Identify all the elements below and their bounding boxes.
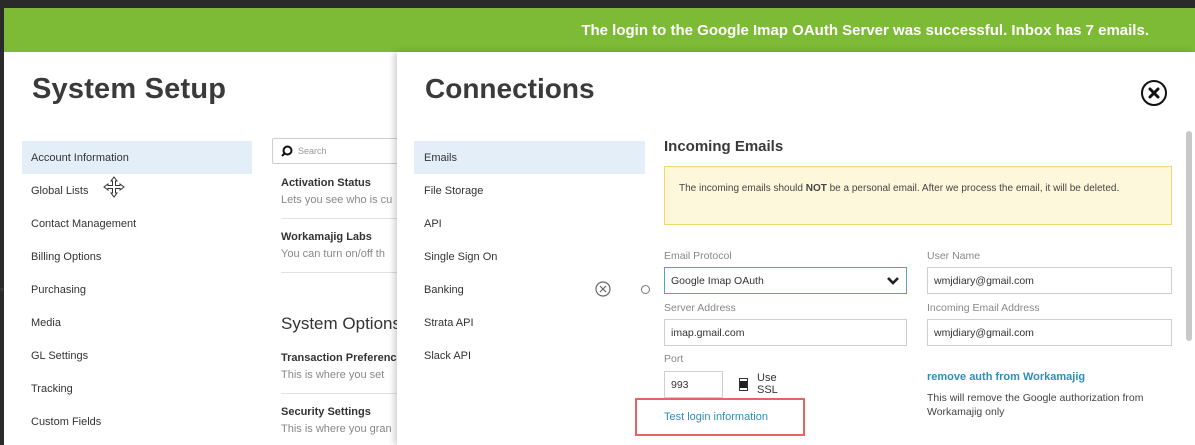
system-options-heading: System Options <box>281 314 401 333</box>
email-protocol-value: Google Imap OAuth <box>671 274 764 287</box>
user-name-field[interactable]: wmjdiary@gmail.com <box>927 267 1172 294</box>
nav-item-api[interactable]: API <box>414 207 645 240</box>
row-desc: This is where you gran <box>281 423 392 435</box>
row-title: Security Settings <box>281 406 371 418</box>
page-title: System Setup <box>32 73 227 105</box>
radio-circle-icon[interactable] <box>641 285 650 294</box>
row-desc: You can turn on/off th <box>281 248 385 260</box>
banner-message: The login to the Google Imap OAuth Serve… <box>581 21 1149 39</box>
notice-text-after: be a personal email. After we process th… <box>826 183 1120 194</box>
use-ssl-checkbox[interactable]: Use SSL <box>739 372 782 396</box>
divider <box>281 272 401 273</box>
row-title: Workamajig Labs <box>281 231 372 243</box>
notice-text-before: The incoming emails should <box>679 183 806 194</box>
incoming-email-address-label: Incoming Email Address <box>927 302 1040 314</box>
sidebar-item-gl-settings[interactable]: GL Settings <box>22 339 252 372</box>
server-address-label: Server Address <box>664 302 736 314</box>
row-desc: Lets you see who is cu <box>281 194 393 206</box>
divider <box>281 218 401 219</box>
move-cursor-icon <box>103 176 125 198</box>
connections-modal: Connections Emails File Storage API Sing… <box>397 52 1195 445</box>
sidebar-item-custom-fields[interactable]: Custom Fields <box>22 405 252 438</box>
server-address-field[interactable]: imap.gmail.com <box>664 319 907 346</box>
edge-marker-icon: ◦ <box>0 284 4 296</box>
window-left-edge <box>0 0 4 445</box>
checkbox-checked-icon <box>739 377 748 391</box>
connections-nav: Emails File Storage API Single Sign On B… <box>414 141 645 372</box>
row-title: Activation Status <box>281 177 371 189</box>
transaction-preferences-row[interactable]: Transaction Preferences This is where yo… <box>281 352 401 381</box>
incoming-email-address-value: wmjdiary@gmail.com <box>934 326 1034 339</box>
sidebar-item-account-information[interactable]: Account Information <box>22 141 252 174</box>
port-value: 993 <box>671 378 689 391</box>
email-protocol-select[interactable]: Google Imap OAuth <box>664 267 907 294</box>
sidebar-item-global-lists[interactable]: Global Lists <box>22 174 252 207</box>
row-title: Transaction Preferences <box>281 352 401 364</box>
nav-item-emails[interactable]: Emails <box>414 141 645 174</box>
port-label: Port <box>664 353 684 365</box>
notice-text-bold: NOT <box>805 183 827 194</box>
sidebar-item-billing-options[interactable]: Billing Options <box>22 240 252 273</box>
workamajig-labs-row[interactable]: Workamajig Labs You can turn on/off th <box>281 231 401 260</box>
activation-status-row[interactable]: Activation Status Lets you see who is cu <box>281 177 401 206</box>
circle-x-icon[interactable] <box>595 281 611 297</box>
test-login-link[interactable]: Test login information <box>664 411 768 423</box>
nav-item-single-sign-on[interactable]: Single Sign On <box>414 240 645 273</box>
chevron-down-icon <box>887 276 899 285</box>
divider <box>281 393 401 394</box>
search-placeholder: Search <box>298 146 327 156</box>
port-field[interactable]: 993 <box>664 371 723 398</box>
close-button[interactable] <box>1141 80 1167 106</box>
nav-item-file-storage[interactable]: File Storage <box>414 174 645 207</box>
setup-sidebar: Account Information Global Lists Contact… <box>22 141 252 438</box>
window-top-bar <box>0 0 1195 8</box>
section-title: Incoming Emails <box>664 138 784 155</box>
server-address-value: imap.gmail.com <box>671 326 745 339</box>
use-ssl-label: Use SSL <box>757 372 778 396</box>
email-protocol-label: Email Protocol <box>664 250 732 262</box>
user-name-value: wmjdiary@gmail.com <box>934 274 1034 287</box>
sidebar-item-media[interactable]: Media <box>22 306 252 339</box>
remove-auth-description: This will remove the Google authorizatio… <box>927 392 1144 418</box>
security-settings-row[interactable]: Security Settings This is where you gran <box>281 406 401 435</box>
modal-title: Connections <box>425 73 595 104</box>
user-name-label: User Name <box>927 250 981 262</box>
test-login-highlight: Test login information <box>635 398 805 436</box>
sidebar-item-contact-management[interactable]: Contact Management <box>22 207 252 240</box>
row-desc: This is where you set <box>281 369 385 381</box>
success-banner: The login to the Google Imap OAuth Serve… <box>4 8 1195 52</box>
search-input[interactable]: Search <box>272 138 402 164</box>
sidebar-item-purchasing[interactable]: Purchasing <box>22 273 252 306</box>
modal-scrollbar[interactable] <box>1186 131 1192 341</box>
sidebar-item-tracking[interactable]: Tracking <box>22 372 252 405</box>
notice-box: The incoming emails should NOT be a pers… <box>664 166 1172 225</box>
incoming-email-address-field[interactable]: wmjdiary@gmail.com <box>927 319 1172 346</box>
remove-auth-link[interactable]: remove auth from Workamajig <box>927 371 1085 383</box>
search-icon <box>281 145 293 157</box>
nav-item-slack-api[interactable]: Slack API <box>414 339 645 372</box>
nav-item-strata-api[interactable]: Strata API <box>414 306 645 339</box>
close-icon <box>1148 87 1160 99</box>
